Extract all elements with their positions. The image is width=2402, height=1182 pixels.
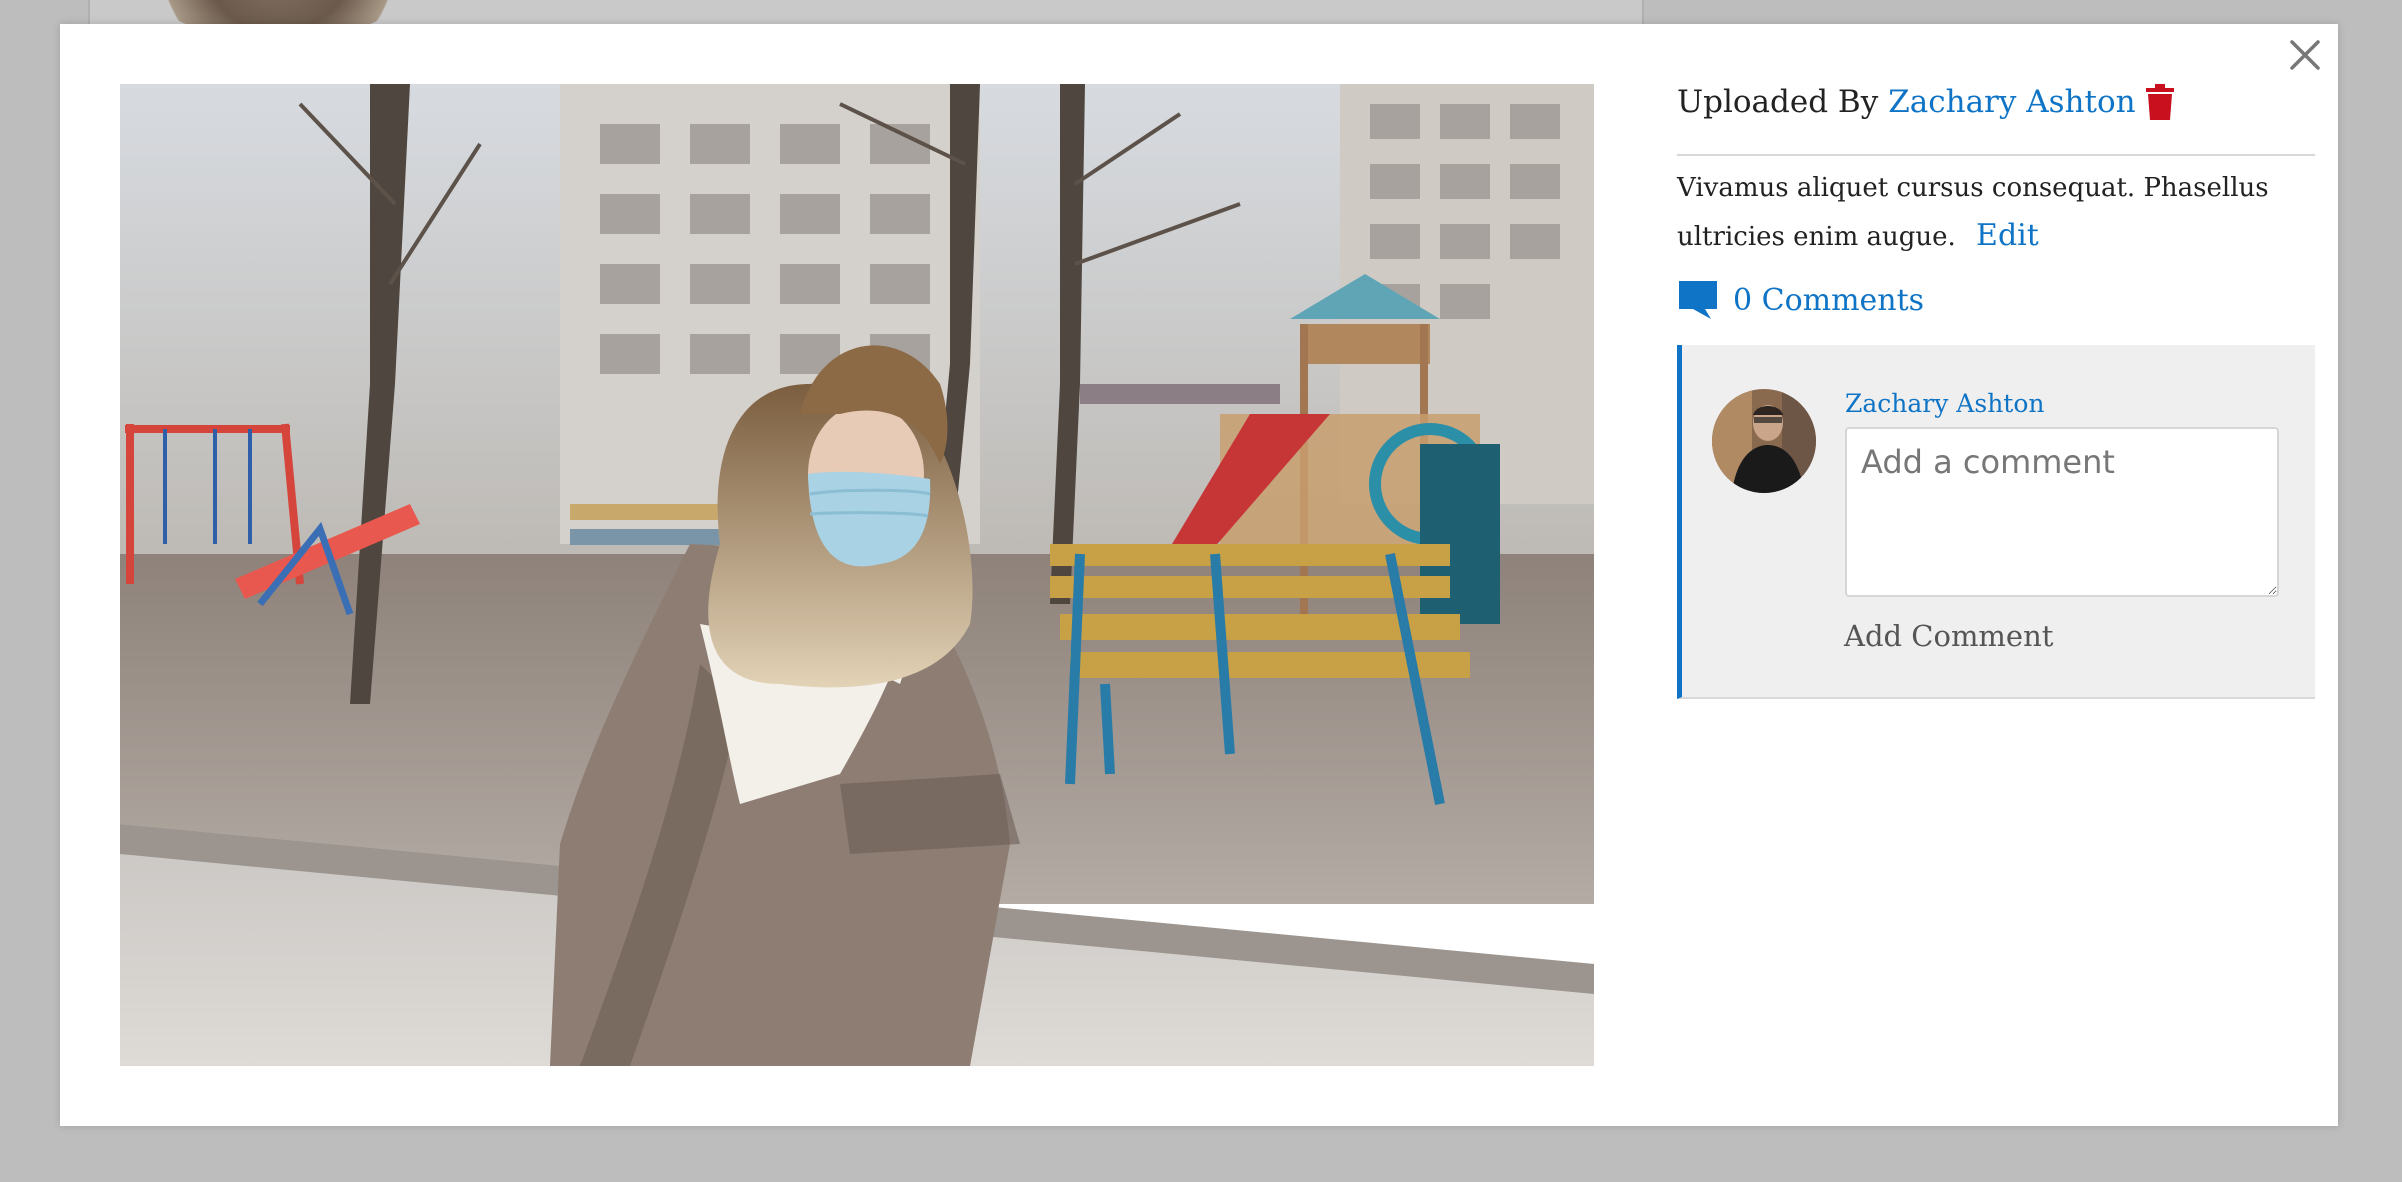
edit-description-link[interactable]: Edit [1976, 218, 2039, 253]
uploaded-by-label: Uploaded By [1677, 84, 1879, 120]
comments-toggle[interactable]: 0 Comments [1677, 275, 2315, 325]
uploaded-by-row: Uploaded By Zachary Ashton [1677, 74, 2315, 130]
description-text: Vivamus aliquet cursus consequat. Phasel… [1677, 173, 2269, 252]
comments-count[interactable]: 0 Comments [1733, 283, 1924, 318]
photo-details-panel: Uploaded By Zachary Ashton Vivamus aliqu… [1677, 74, 2315, 699]
divider [1677, 154, 2315, 156]
avatar [1712, 389, 1816, 493]
add-comment-button[interactable]: Add Comment [1844, 619, 2053, 653]
close-button[interactable] [2280, 30, 2330, 80]
close-icon[interactable] [2288, 38, 2322, 72]
trash-icon[interactable] [2145, 84, 2174, 120]
uploader-link[interactable]: Zachary Ashton [1888, 84, 2135, 120]
comment-input[interactable] [1845, 427, 2279, 597]
uploaded-photo [120, 84, 1594, 1066]
photo-description: Vivamus aliquet cursus consequat. Phasel… [1677, 164, 2315, 261]
comment-form: Zachary Ashton Add Comment [1677, 345, 2315, 699]
commenter-name[interactable]: Zachary Ashton [1845, 389, 2045, 418]
delete-photo-button[interactable] [2145, 84, 2174, 120]
comment-icon[interactable] [1677, 279, 1719, 321]
photo-modal: Uploaded By Zachary Ashton Vivamus aliqu… [60, 24, 2338, 1126]
